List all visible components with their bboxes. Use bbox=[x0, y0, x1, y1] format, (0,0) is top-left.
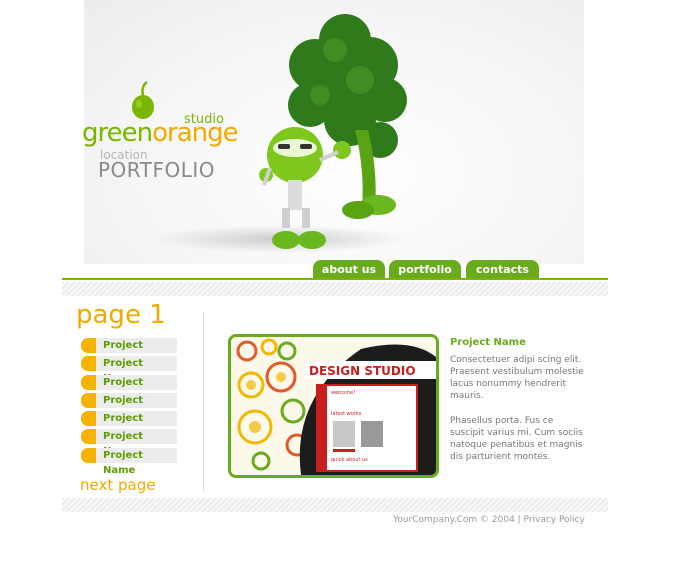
tree-character-illustration bbox=[259, 14, 407, 249]
project-description-1: Consectetuer adipi scing elit. Praesent … bbox=[450, 355, 584, 401]
portfolio-heading: PORTFOLIO bbox=[98, 158, 215, 182]
project-link[interactable]: Project Name bbox=[96, 374, 177, 403]
nav-tab-contacts[interactable]: contacts bbox=[466, 260, 539, 279]
project-list-item[interactable]: Project Name bbox=[81, 374, 181, 403]
project-list-item[interactable]: Project Name bbox=[81, 411, 181, 439]
project-title: Project Name bbox=[450, 337, 526, 348]
project-list-item[interactable]: Project Name bbox=[81, 338, 181, 366]
project-list-item[interactable]: Project Name bbox=[81, 429, 181, 457]
logo-orange-text: orange bbox=[152, 118, 239, 148]
bullet-icon bbox=[81, 447, 96, 463]
bullet-icon bbox=[81, 374, 96, 390]
bullet-icon bbox=[81, 429, 96, 445]
next-page-link[interactable]: next page bbox=[80, 476, 155, 494]
bullet-icon bbox=[81, 356, 96, 372]
logo-wordmark: greenorange bbox=[82, 118, 239, 148]
project-list: Project Name Project Name Project Name P… bbox=[81, 338, 181, 476]
project-link[interactable]: Project Name bbox=[96, 429, 177, 457]
nav-tab-portfolio[interactable]: portfolio bbox=[389, 260, 461, 279]
project-link[interactable]: Project Name bbox=[96, 447, 177, 476]
project-preview-image: DESIGN STUDIO welcome! latest works quic… bbox=[231, 337, 436, 475]
logo-green-text: green bbox=[82, 118, 153, 148]
project-link[interactable]: Project Name bbox=[96, 392, 177, 421]
project-list-item[interactable]: Project Name bbox=[81, 356, 181, 384]
page-title: page 1 bbox=[76, 300, 166, 330]
project-description-2: Phasellus porta. Fus ce suscipit varius … bbox=[450, 416, 583, 462]
footer-copyright: YourCompany.Com © 2004 | Privacy Policy bbox=[393, 515, 585, 525]
project-list-item[interactable]: Project Name bbox=[81, 447, 181, 476]
project-link[interactable]: Project Name bbox=[96, 411, 177, 439]
project-thumbnail[interactable]: DESIGN STUDIO welcome! latest works quic… bbox=[228, 334, 439, 478]
bullet-icon bbox=[81, 392, 96, 408]
top-stripe-divider bbox=[62, 282, 608, 296]
project-link[interactable]: Project Name bbox=[96, 338, 177, 366]
column-divider bbox=[203, 312, 204, 492]
banner-text: DESIGN STUDIO bbox=[309, 364, 416, 378]
bullet-icon bbox=[81, 411, 96, 427]
nav-tab-about-us[interactable]: about us bbox=[313, 260, 385, 279]
nav-divider bbox=[62, 278, 608, 280]
quick-about-text: quick about us bbox=[331, 457, 368, 463]
bullet-icon bbox=[81, 338, 96, 353]
project-link[interactable]: Project Name bbox=[96, 356, 177, 384]
bottom-stripe-divider bbox=[62, 498, 608, 512]
project-list-item[interactable]: Project Name bbox=[81, 392, 181, 421]
seed-logo-icon bbox=[132, 80, 154, 119]
latest-works-text: latest works bbox=[331, 411, 362, 417]
welcome-text: welcome! bbox=[331, 390, 355, 396]
